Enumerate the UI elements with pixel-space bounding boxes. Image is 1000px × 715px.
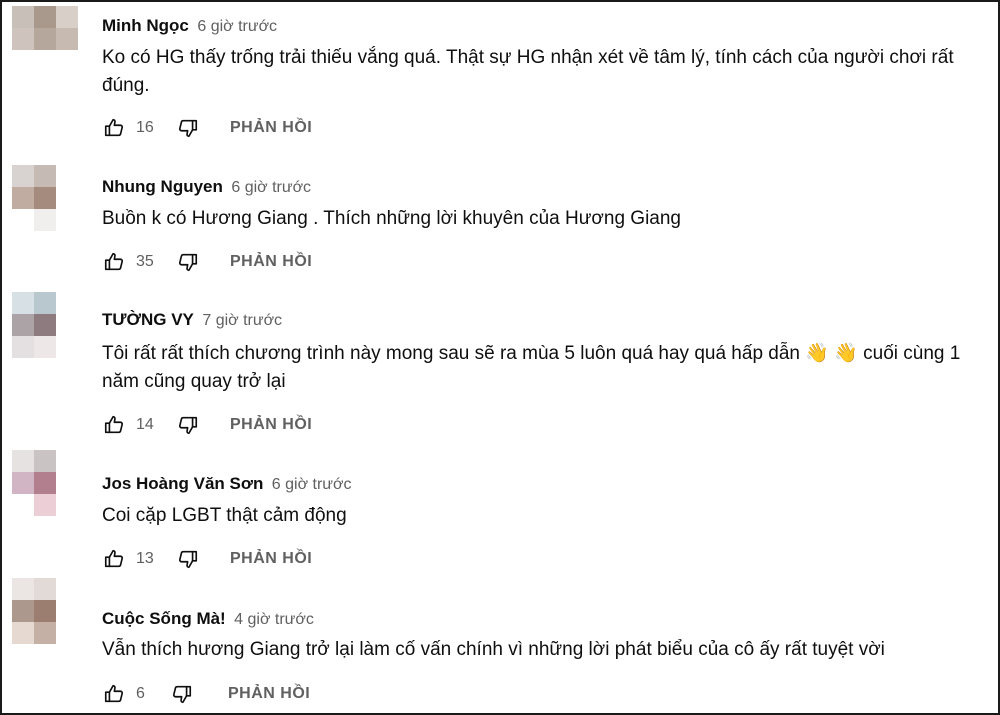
comments-section: Minh Ngọc 6 giờ trước Ko có HG thấy trốn… xyxy=(0,0,1000,715)
comment-header: Jos Hoàng Văn Sơn 6 giờ trước xyxy=(102,472,352,496)
comment-actions: 16 PHẢN HỒI xyxy=(102,116,312,140)
comment-author[interactable]: Minh Ngọc xyxy=(102,16,189,35)
avatar[interactable] xyxy=(12,578,78,644)
like-icon[interactable] xyxy=(102,682,126,706)
comment-timestamp[interactable]: 6 giờ trước xyxy=(197,18,277,35)
comment-actions: 14 PHẢN HỒI xyxy=(102,413,312,437)
like-icon[interactable] xyxy=(102,547,126,571)
comment-text: Tôi rất rất thích chương trình này mong … xyxy=(102,343,961,392)
avatar[interactable] xyxy=(12,292,78,358)
dislike-icon[interactable] xyxy=(176,413,200,437)
comment-timestamp[interactable]: 7 giờ trước xyxy=(202,312,282,329)
comment-timestamp[interactable]: 4 giờ trước xyxy=(234,611,314,628)
reply-button[interactable]: PHẢN HỒI xyxy=(230,550,312,568)
like-count: 14 xyxy=(136,416,154,433)
avatar[interactable] xyxy=(12,6,78,72)
comment-text: Ko có HG thấy trống trải thiếu vắng quá.… xyxy=(102,47,954,96)
dislike-icon[interactable] xyxy=(176,547,200,571)
comment-author[interactable]: TƯỜNG VY xyxy=(102,310,194,329)
comment-header: TƯỜNG VY 7 giờ trước xyxy=(102,308,282,332)
reply-button[interactable]: PHẢN HỒI xyxy=(230,416,312,434)
like-count: 13 xyxy=(136,550,154,567)
comment-text: Buồn k có Hương Giang . Thích những lời … xyxy=(102,208,681,229)
avatar[interactable] xyxy=(12,165,78,231)
comment-header: Minh Ngọc 6 giờ trước xyxy=(102,14,277,38)
like-icon[interactable] xyxy=(102,250,126,274)
comment-timestamp[interactable]: 6 giờ trước xyxy=(272,476,352,493)
comment-author[interactable]: Nhung Nguyen xyxy=(102,177,223,196)
like-icon[interactable] xyxy=(102,413,126,437)
like-count: 16 xyxy=(136,119,154,136)
comment-author[interactable]: Jos Hoàng Văn Sơn xyxy=(102,474,263,493)
like-count: 35 xyxy=(136,253,154,270)
comment-actions: 13 PHẢN HỒI xyxy=(102,547,312,571)
comment-actions: 35 PHẢN HỒI xyxy=(102,250,312,274)
comment-header: Nhung Nguyen 6 giờ trước xyxy=(102,175,311,199)
comment-actions: 6 PHẢN HỒI xyxy=(102,682,310,706)
like-count: 6 xyxy=(136,685,145,702)
dislike-icon[interactable] xyxy=(176,250,200,274)
comment-text: Vẫn thích hương Giang trở lại làm cố vấn… xyxy=(102,639,885,660)
comment-text: Coi cặp LGBT thật cảm động xyxy=(102,505,347,526)
avatar[interactable] xyxy=(12,450,78,516)
comment-timestamp[interactable]: 6 giờ trước xyxy=(231,179,311,196)
comment-header: Cuộc Sống Mà! 4 giờ trước xyxy=(102,607,314,631)
reply-button[interactable]: PHẢN HỒI xyxy=(230,119,312,137)
comment-author[interactable]: Cuộc Sống Mà! xyxy=(102,609,226,628)
reply-button[interactable]: PHẢN HỒI xyxy=(230,253,312,271)
reply-button[interactable]: PHẢN HỒI xyxy=(228,685,310,703)
like-icon[interactable] xyxy=(102,116,126,140)
dislike-icon[interactable] xyxy=(170,682,194,706)
dislike-icon[interactable] xyxy=(176,116,200,140)
